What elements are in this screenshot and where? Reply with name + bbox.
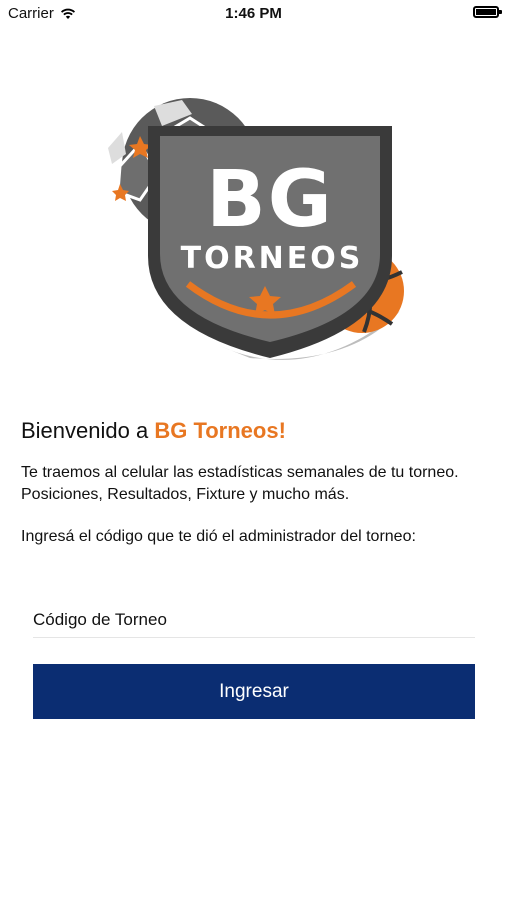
bg-torneos-logo: BG TORNEOS (108, 98, 404, 360)
logo-text-torneos: TORNEOS (181, 241, 364, 276)
status-right (473, 6, 502, 18)
ingresar-button[interactable]: Ingresar (33, 664, 475, 719)
battery-icon (473, 6, 502, 18)
welcome-prefix: Bienvenido a (21, 418, 155, 443)
tournament-code-input[interactable] (33, 603, 475, 638)
intro-text: Te traemos al celular las estadísticas s… (21, 464, 459, 503)
welcome-brand: BG Torneos! (154, 418, 286, 443)
welcome-heading: Bienvenido a BG Torneos! (21, 418, 286, 444)
code-prompt-text: Ingresá el código que te dió el administ… (21, 528, 416, 545)
status-time: 1:46 PM (225, 5, 282, 22)
logo-text-bg: BG (206, 155, 333, 245)
status-bar: Carrier 1:46 PM (0, 0, 507, 28)
